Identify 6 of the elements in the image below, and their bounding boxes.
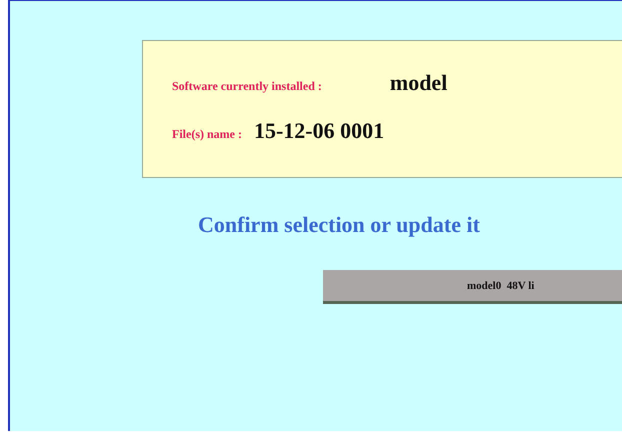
heading: Confirm selection or update it (198, 212, 481, 238)
option-button[interactable]: model0 48V li (323, 270, 622, 304)
file-name-value: 15-12-06 0001 (254, 118, 384, 144)
installed-label: Software currently installed : (172, 79, 322, 94)
file-name-label: File(s) name : (172, 127, 242, 142)
installed-value: model (390, 70, 448, 96)
